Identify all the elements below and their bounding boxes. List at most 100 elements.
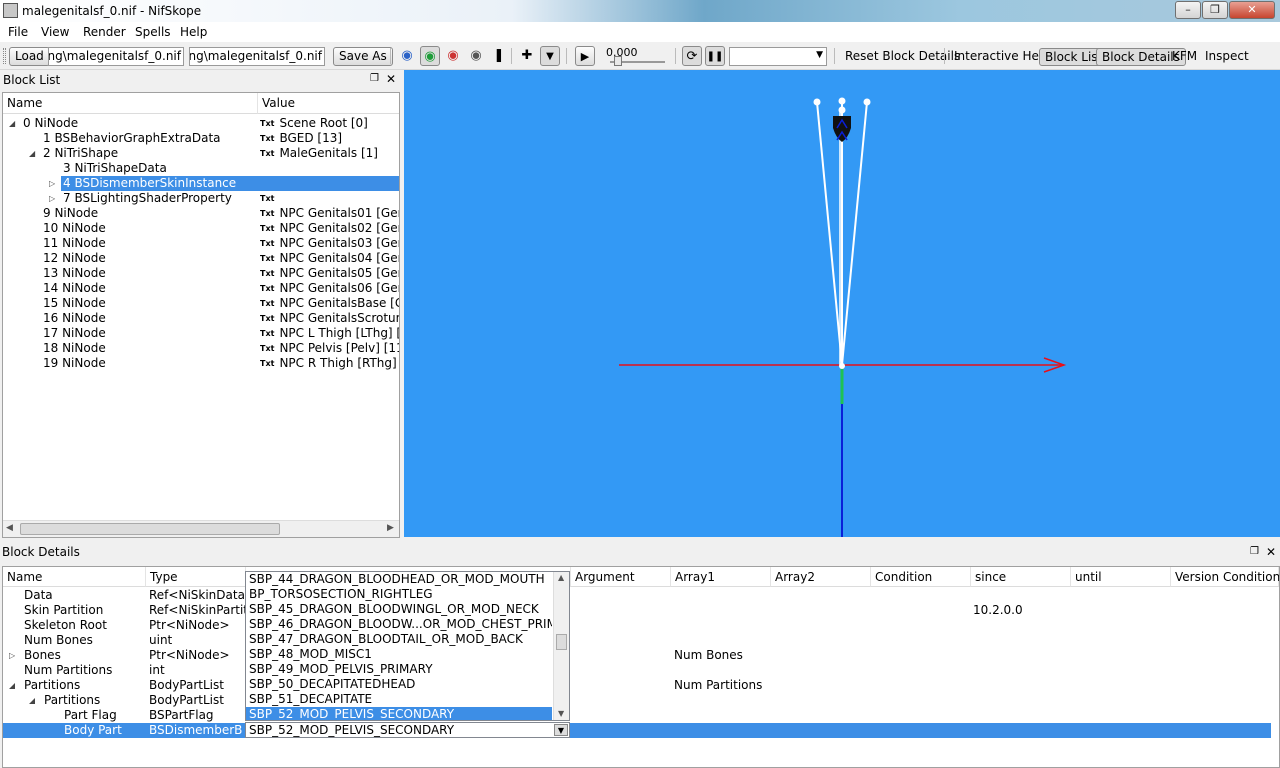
dropdown-option[interactable]: SBP_49_MOD_PELVIS_PRIMARY	[246, 662, 552, 677]
detail-row[interactable]: ◢ Partitions BodyPartList Num Partitions	[3, 678, 1279, 693]
scrollbar-thumb[interactable]	[556, 634, 567, 650]
reset-block-details-button[interactable]: Reset Block Details	[845, 49, 960, 63]
column-header-value[interactable]: Value	[258, 93, 399, 114]
column-header-version-condition[interactable]: Version Condition	[1171, 567, 1279, 587]
tree-row[interactable]: 12 NiNode TxtNPC Genitals04 [Gen04]	[3, 251, 399, 266]
dropdown-option[interactable]: SBP_47_DRAGON_BLOODTAIL_OR_MOD_BACK	[246, 632, 552, 647]
expand-icon[interactable]: ▷	[49, 191, 55, 206]
column-header-array2[interactable]: Array2	[771, 567, 871, 587]
interactive-help-button[interactable]: Interactive Help	[954, 49, 1050, 63]
inspect-button[interactable]: Inspect	[1205, 49, 1249, 63]
expand-icon[interactable]: ▷	[9, 648, 15, 663]
detail-row[interactable]: Skin Partition Ref<NiSkinPartition> 10.2…	[3, 603, 1279, 618]
menu-help[interactable]: Help	[180, 25, 207, 39]
float-icon[interactable]: ❐	[370, 73, 379, 84]
block-details-tree[interactable]: Name Type Value Argument Array1 Array2 C…	[2, 566, 1280, 768]
dropdown-option[interactable]: SBP_50_DECAPITATEDHEAD	[246, 677, 552, 692]
menu-file[interactable]: File	[8, 25, 28, 39]
dropdown-option[interactable]: BP_TORSOSECTION_RIGHTLEG	[246, 587, 552, 602]
render-viewport[interactable]	[404, 70, 1280, 537]
animation-select[interactable]: ▼	[729, 47, 827, 66]
tree-row[interactable]: 1 BSBehaviorGraphExtraData Txt BGED [13]	[3, 131, 399, 146]
column-header-type[interactable]: Type	[146, 567, 246, 587]
column-header-array1[interactable]: Array1	[671, 567, 771, 587]
loop-icon[interactable]: ⟳	[682, 46, 702, 66]
tree-row[interactable]: 15 NiNode TxtNPC GenitalsBase [GenBase]	[3, 296, 399, 311]
column-header-argument[interactable]: Argument	[571, 567, 671, 587]
switch-animation-icon[interactable]: ❚❚	[705, 46, 725, 66]
minimize-icon[interactable]: –	[1175, 1, 1201, 19]
dropdown-option[interactable]: SBP_48_MOD_MISC1	[246, 647, 552, 662]
tree-row[interactable]: 13 NiNode TxtNPC Genitals05 [Gen05]	[3, 266, 399, 281]
column-header-condition[interactable]: Condition	[871, 567, 971, 587]
collapse-icon[interactable]: ◢	[29, 146, 35, 161]
menu-render[interactable]: Render	[83, 25, 126, 39]
column-header-name[interactable]: Name	[3, 93, 258, 114]
scroll-left-icon[interactable]: ◀	[6, 523, 13, 533]
tree-row[interactable]: 17 NiNode TxtNPC L Thigh [LThg] [10]	[3, 326, 399, 341]
axes-icon[interactable]: ✚	[517, 46, 537, 66]
load-button[interactable]: Load	[9, 47, 50, 66]
close-icon[interactable]: ✕	[1266, 545, 1276, 559]
save-path-input[interactable]: Nifs\Schlong\malegenitalsf_0.nif	[189, 47, 325, 66]
scroll-up-icon[interactable]: ▲	[558, 573, 564, 582]
body-part-dropdown-list[interactable]: SBP_44_DRAGON_BLOODHEAD_OR_MOD_MOUTH BP_…	[245, 571, 570, 721]
detail-row[interactable]: ◢ Partitions BodyPartList	[3, 693, 1279, 708]
column-header-since[interactable]: since	[971, 567, 1071, 587]
close-icon[interactable]: ✕	[386, 72, 396, 86]
dropdown-scrollbar[interactable]: ▲ ▼	[553, 572, 569, 720]
detail-row[interactable]: Skeleton Root Ptr<NiNode>	[3, 618, 1279, 633]
tree-row[interactable]: 10 NiNode TxtNPC Genitals02 [Gen02]	[3, 221, 399, 236]
horizontal-scrollbar[interactable]: ◀ ▶	[3, 520, 399, 537]
body-part-combo[interactable]: SBP_52_MOD_PELVIS_SECONDARY ▼	[245, 722, 570, 738]
tree-row[interactable]: 16 NiNode TxtNPC GenitalsScrotum [GenScr…	[3, 311, 399, 326]
detail-row[interactable]: ▷ Bones Ptr<NiNode> Num Bones	[3, 648, 1279, 663]
tree-row[interactable]: 11 NiNode TxtNPC Genitals03 [Gen03]	[3, 236, 399, 251]
dropdown-option[interactable]: SBP_51_DECAPITATE	[246, 692, 552, 707]
column-header-until[interactable]: until	[1071, 567, 1171, 587]
tree-row[interactable]: ◢ 0 NiNode Txt Scene Root [0]	[3, 116, 399, 131]
kfm-button[interactable]: KFM	[1172, 49, 1197, 63]
scroll-down-icon[interactable]: ▼	[558, 709, 564, 718]
block-list-tree[interactable]: Name Value ◢ 0 NiNode Txt Scene Root [0] …	[2, 92, 400, 538]
chevron-down-icon[interactable]: ▼	[554, 724, 568, 736]
collapse-icon[interactable]: ◢	[29, 693, 35, 708]
expand-icon[interactable]: ▷	[49, 176, 55, 191]
tree-row[interactable]: ▷ 4 BSDismemberSkinInstance	[3, 176, 399, 191]
save-as-button[interactable]: Save As	[333, 47, 393, 66]
menu-view[interactable]: View	[41, 25, 69, 39]
toolbar-grip[interactable]	[3, 48, 6, 64]
tree-row[interactable]: ◢ 2 NiTriShape Txt MaleGenitals [1]	[3, 146, 399, 161]
detail-row-selected[interactable]: Body Part BSDismemberBodyPartType	[3, 723, 1271, 738]
tree-row[interactable]: 9 NiNode TxtNPC Genitals01 [Gen01]	[3, 206, 399, 221]
menu-spells[interactable]: Spells	[135, 25, 171, 39]
eye-green-icon[interactable]: ◉	[420, 46, 440, 66]
scroll-right-icon[interactable]: ▶	[387, 523, 394, 533]
detail-row[interactable]: Num Partitions int	[3, 663, 1279, 678]
collapse-icon[interactable]: ◢	[9, 116, 15, 131]
view-menu-icon[interactable]: ▼	[540, 46, 560, 66]
detail-row[interactable]: Num Bones uint	[3, 633, 1279, 648]
tree-row[interactable]: ▷ 7 BSLightingShaderProperty Txt	[3, 191, 399, 206]
footprints-icon[interactable]: ❚	[489, 46, 509, 66]
maximize-icon[interactable]: ❐	[1202, 1, 1228, 19]
scrollbar-thumb[interactable]	[20, 523, 280, 535]
play-icon[interactable]: ▶	[575, 46, 595, 66]
eye-gray-icon[interactable]: ◉	[466, 46, 486, 66]
dropdown-option[interactable]: SBP_45_DRAGON_BLOODWINGL_OR_MOD_NECK	[246, 602, 552, 617]
detail-row[interactable]: Part Flag BSPartFlag	[3, 708, 1279, 723]
tree-row[interactable]: 19 NiNode TxtNPC R Thigh [RThg] [12]	[3, 356, 399, 371]
close-icon[interactable]: ✕	[1229, 1, 1275, 19]
eye-icon[interactable]: ◉	[397, 46, 417, 66]
collapse-icon[interactable]: ◢	[9, 678, 15, 693]
tree-row[interactable]: 3 NiTriShapeData	[3, 161, 399, 176]
tree-row[interactable]: 18 NiNode Txt NPC Pelvis [Pelv] [11]	[3, 341, 399, 356]
dropdown-option[interactable]: SBP_46_DRAGON_BLOODW...OR_MOD_CHEST_PRIM…	[246, 617, 552, 632]
dropdown-option[interactable]: SBP_44_DRAGON_BLOODHEAD_OR_MOD_MOUTH	[246, 572, 552, 587]
tree-row[interactable]: 14 NiNode TxtNPC Genitals06 [Gen06]	[3, 281, 399, 296]
float-icon[interactable]: ❐	[1250, 546, 1259, 557]
column-header-name[interactable]: Name	[3, 567, 146, 587]
eye-red-icon[interactable]: ◉	[443, 46, 463, 66]
detail-row[interactable]: Data Ref<NiSkinData>	[3, 588, 1279, 603]
time-slider-handle[interactable]	[614, 56, 622, 66]
